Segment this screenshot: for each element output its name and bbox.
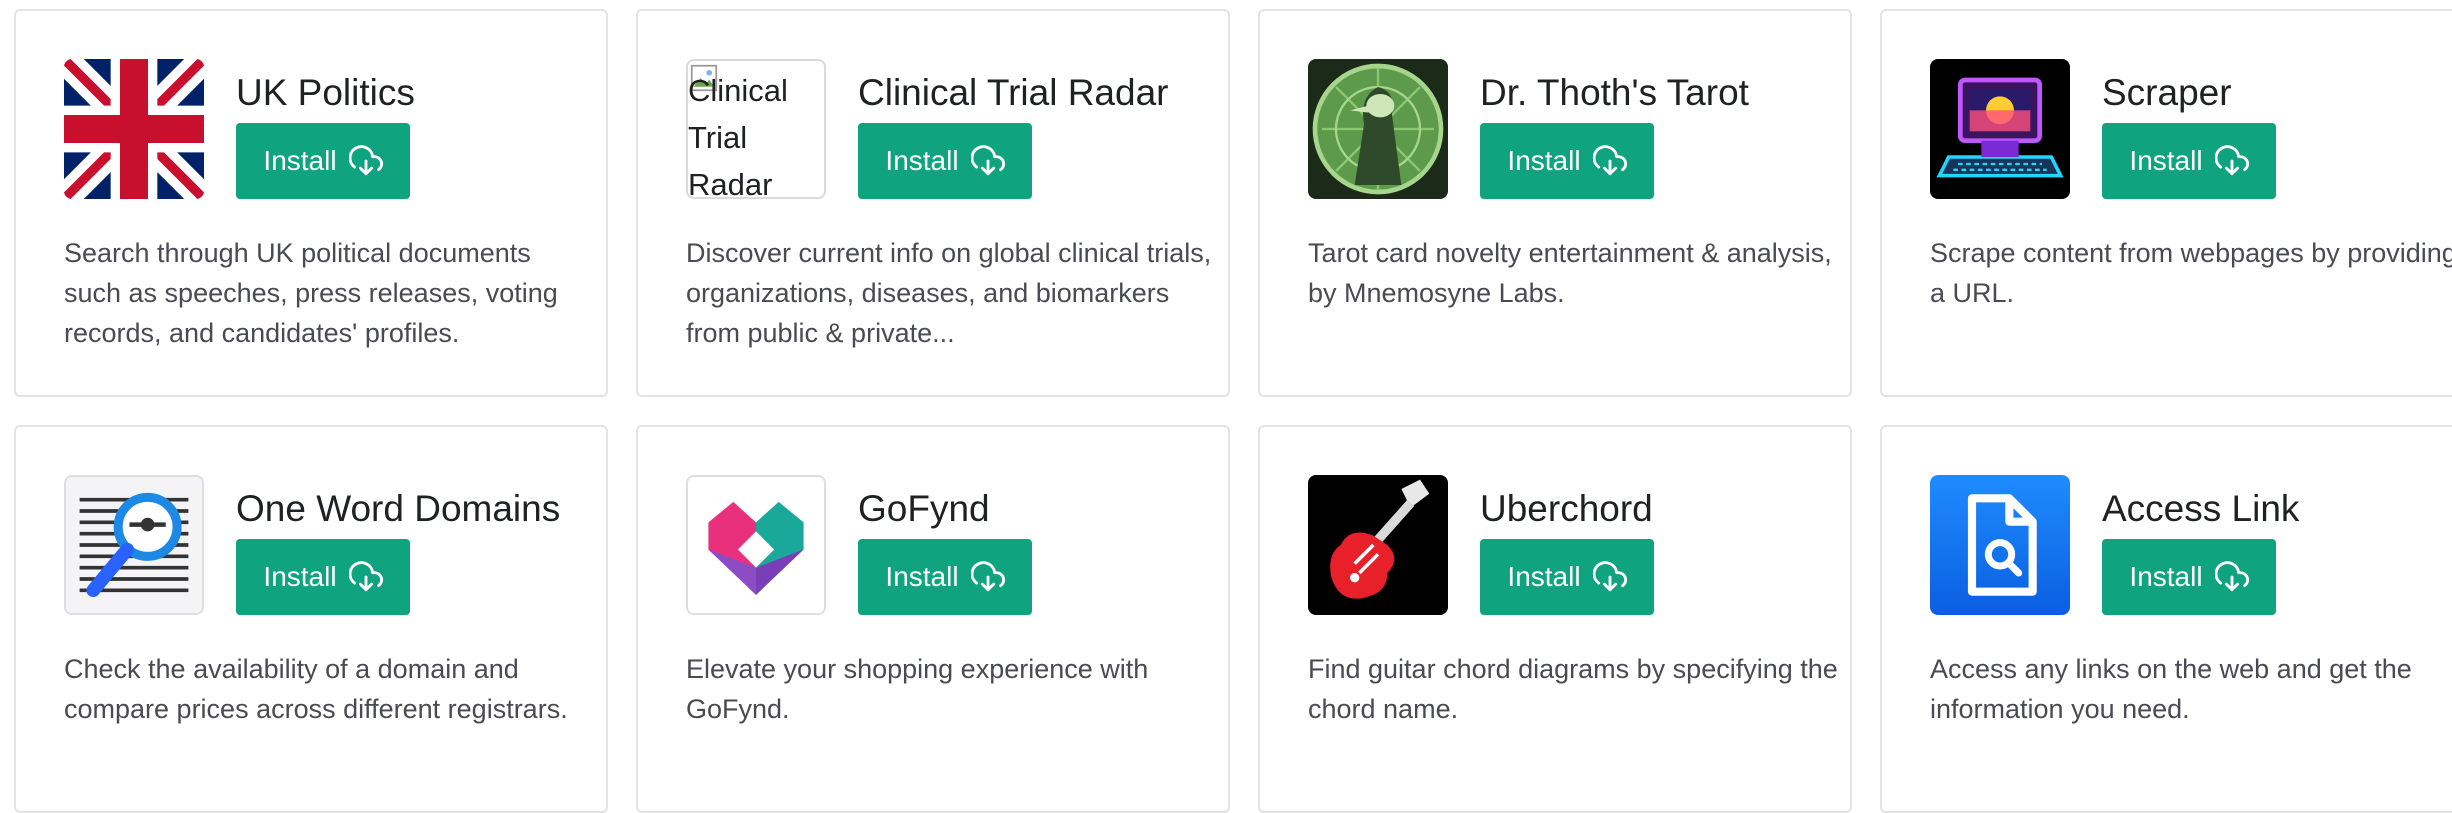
install-label: Install <box>263 145 337 176</box>
install-label: Install <box>1507 145 1581 176</box>
heart-logo-icon <box>686 475 826 615</box>
install-button[interactable]: Install <box>236 123 410 199</box>
plugin-title: One Word Domains <box>236 488 561 529</box>
plugin-title: Access Link <box>2102 488 2300 529</box>
plugin-title: Clinical Trial Radar <box>858 72 1169 113</box>
plugin-card-gofynd[interactable]: GoFynd Install Elevate your shopping exp… <box>636 425 1230 813</box>
install-label: Install <box>263 561 337 592</box>
plugin-card-one-word-domains[interactable]: One Word Domains Install Check the avail… <box>14 425 608 813</box>
plugin-description: Scrape content from webpages by providin… <box>1930 238 2452 308</box>
cloud-download-icon <box>1592 561 1627 592</box>
install-label: Install <box>2129 145 2203 176</box>
magnifier-document-icon <box>64 475 204 615</box>
install-button[interactable]: Install <box>236 539 410 615</box>
cloud-download-icon <box>2214 561 2249 592</box>
plugin-card-uk-politics[interactable]: UK Politics Install Search through UK po… <box>14 9 608 397</box>
install-label: Install <box>1507 561 1581 592</box>
plugin-description: Find guitar chord diagrams by specifying… <box>1308 654 1838 724</box>
install-button[interactable]: Install <box>858 123 1032 199</box>
plugin-title: GoFynd <box>858 488 990 529</box>
install-label: Install <box>2129 561 2203 592</box>
plugin-title: Dr. Thoth's Tarot <box>1480 72 1749 113</box>
plugin-card-dr-thoths-tarot[interactable]: Dr. Thoth's Tarot Install Tarot card nov… <box>1258 9 1852 397</box>
install-button[interactable]: Install <box>858 539 1032 615</box>
cloud-download-icon <box>348 561 383 592</box>
plugin-description: Access any links on the web and get the … <box>1930 654 2412 724</box>
plugin-description: Elevate your shopping experience with Go… <box>686 654 1149 724</box>
union-jack-flag-icon <box>64 59 204 199</box>
plugin-description: Discover current info on global clinical… <box>686 238 1212 348</box>
cloud-download-icon <box>970 561 1005 592</box>
install-button[interactable]: Install <box>1480 123 1654 199</box>
cloud-download-icon <box>2214 145 2249 176</box>
search-document-icon <box>1930 475 2070 615</box>
plugin-description: Search through UK political documents su… <box>64 238 558 348</box>
plugin-card-scraper[interactable]: Scraper Install Scrape content from webp… <box>1880 9 2452 397</box>
electric-guitar-icon <box>1308 475 1448 615</box>
plugin-title: Uberchord <box>1480 488 1653 529</box>
install-label: Install <box>885 145 959 176</box>
tarot-figure-icon <box>1308 59 1448 199</box>
plugin-card-clinical-trial-radar[interactable]: Clinical Trial Radar Clinical Trial Rada… <box>636 9 1230 397</box>
plugin-description: Check the availability of a domain and c… <box>64 654 568 724</box>
install-label: Install <box>885 561 959 592</box>
plugin-title: Scraper <box>2102 72 2232 113</box>
cloud-download-icon <box>348 145 383 176</box>
plugin-grid: UK Politics Install Search through UK po… <box>0 0 2452 813</box>
cloud-download-icon <box>1592 145 1627 176</box>
plugin-title: UK Politics <box>236 72 415 113</box>
install-button[interactable]: Install <box>2102 123 2276 199</box>
install-button[interactable]: Install <box>1480 539 1654 615</box>
broken-image-icon: Clinical Trial Radar <box>686 59 826 199</box>
install-button[interactable]: Install <box>2102 539 2276 615</box>
plugin-description: Tarot card novelty entertainment & analy… <box>1308 238 1832 308</box>
plugin-card-access-link[interactable]: Access Link Install Access any links on … <box>1880 425 2452 813</box>
broken-image-alt-text: Clinical Trial Radar <box>688 73 788 199</box>
plugin-card-uberchord[interactable]: Uberchord Install Find guitar chord diag… <box>1258 425 1852 813</box>
cloud-download-icon <box>970 145 1005 176</box>
retro-computer-icon <box>1930 59 2070 199</box>
